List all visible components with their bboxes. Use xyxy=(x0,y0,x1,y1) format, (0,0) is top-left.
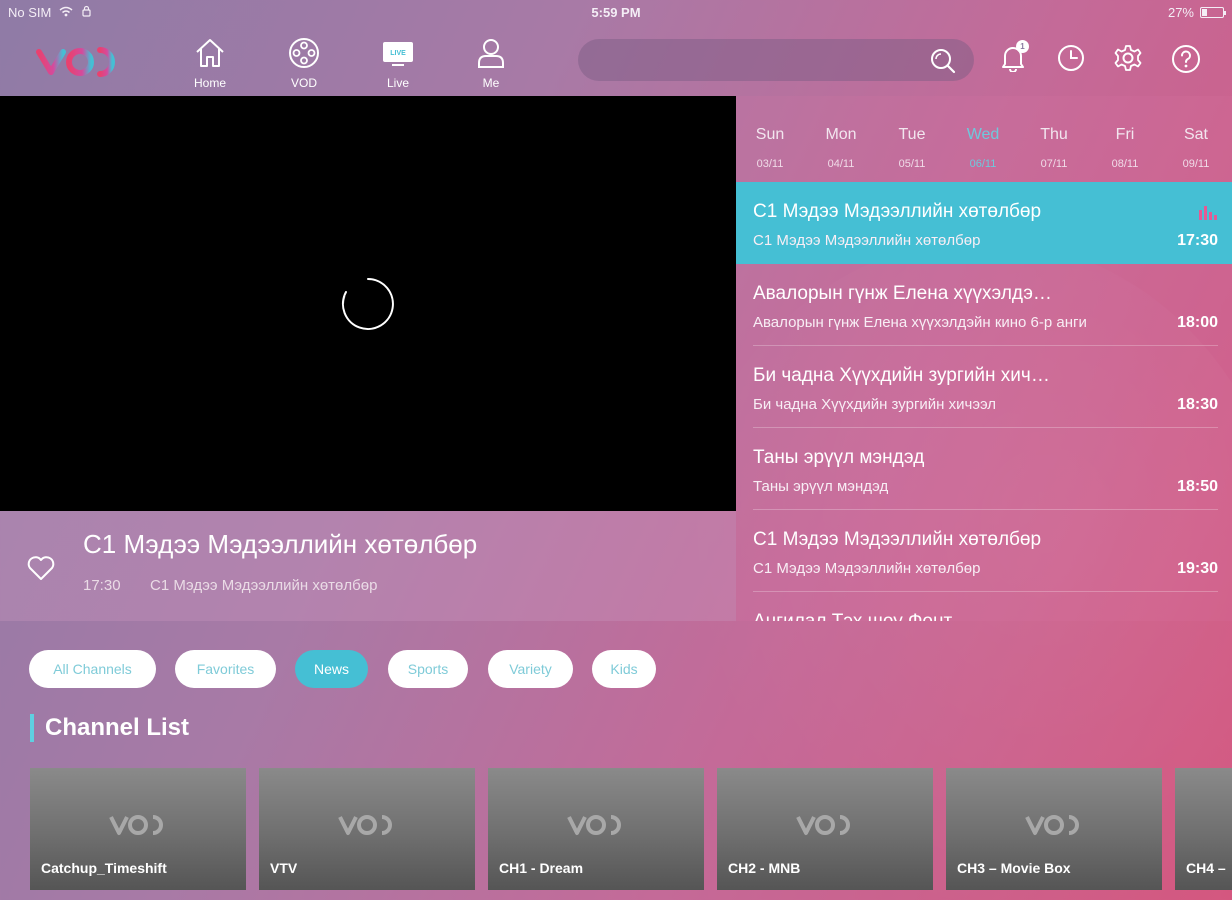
clock-icon xyxy=(1057,45,1085,76)
program-subtitle: C1 Мэдээ Мэдээллийн хөтөлбөр xyxy=(753,232,981,249)
nav-vod-label: VOD xyxy=(290,76,317,90)
channel-logo-icon xyxy=(259,812,475,843)
program-subtitle: Би чадна Хүүхдийн зургийн хичээл xyxy=(753,396,997,413)
day-sun[interactable]: Sun 03/11 xyxy=(740,126,800,170)
filter-kids[interactable]: Kids xyxy=(592,650,656,688)
channel-card[interactable]: CH2 - MNB xyxy=(717,768,933,890)
nav-me[interactable]: Me xyxy=(456,34,526,90)
day-wed[interactable]: Wed 06/11 xyxy=(953,126,1013,170)
program-title: Ангилал Тэх шоу Фонт xyxy=(753,611,1053,621)
program-subtitle: C1 Мэдээ Мэдээллийн хөтөлбөр xyxy=(753,560,981,577)
notification-count-badge: 1 xyxy=(1016,40,1029,53)
channel-card[interactable]: VTV xyxy=(259,768,475,890)
day-fri[interactable]: Fri 08/11 xyxy=(1095,126,1155,170)
clock: 5:59 PM xyxy=(591,5,641,20)
live-tv-icon: LIVE xyxy=(363,34,433,72)
help-button[interactable] xyxy=(1171,44,1201,79)
video-player[interactable] xyxy=(0,96,736,511)
loading-spinner-icon xyxy=(340,276,396,337)
program-time: 18:00 xyxy=(1177,314,1218,331)
program-time: 17:30 xyxy=(1177,232,1218,249)
search-icon[interactable] xyxy=(930,48,956,79)
nav-live[interactable]: LIVE Live xyxy=(363,34,433,90)
favorite-heart-icon[interactable] xyxy=(26,554,56,587)
epg-panel: Sun 03/11 Mon 04/11 Tue 05/11 Wed 06/11 Thu 0… xyxy=(736,96,1232,621)
channel-logo-icon xyxy=(30,812,246,843)
epg-program-item[interactable]: Авалорын гүнж Елена хүүхэлдэйн кино Авал… xyxy=(736,264,1232,346)
filter-favorites[interactable]: Favorites xyxy=(175,650,276,688)
now-playing-description: C1 Мэдээ Мэдээллийн хөтөлбөр xyxy=(150,577,378,594)
epg-program-item[interactable]: Таны эрүүл мэндэд Таны эрүүл мэндэд 18:5… xyxy=(736,428,1232,510)
user-icon xyxy=(456,34,526,72)
help-icon xyxy=(1171,45,1201,78)
day-sat[interactable]: Sat 09/11 xyxy=(1166,126,1226,170)
nav-live-label: Live xyxy=(386,76,409,90)
history-button[interactable] xyxy=(1057,44,1085,77)
program-time: 18:30 xyxy=(1177,396,1218,413)
channel-name: CH2 - MNB xyxy=(728,860,801,876)
channel-card[interactable]: CH3 – Movie Box xyxy=(946,768,1162,890)
program-subtitle: Таны эрүүл мэндэд xyxy=(753,478,889,495)
program-title: Би чадна Хүүхдийн зургийн хичээл xyxy=(753,365,1053,386)
day-mon[interactable]: Mon 04/11 xyxy=(811,126,871,170)
now-playing-title: C1 Мэдээ Мэдээллийн хөтөлбөр xyxy=(83,529,478,559)
status-bar: No SIM 5:59 PM 27% xyxy=(0,0,1232,26)
channel-card[interactable]: CH1 - Dream xyxy=(488,768,704,890)
bell-icon xyxy=(1000,47,1026,76)
nav-home[interactable]: Home xyxy=(175,34,245,90)
vod-logo[interactable] xyxy=(36,40,128,80)
top-nav: Home VOD LIVE Live Me 1 xyxy=(0,26,1232,96)
now-playing-panel: C1 Мэдээ Мэдээллийн хөтөлбөр 17:30 C1 Мэ… xyxy=(0,511,736,621)
day-thu[interactable]: Thu 07/11 xyxy=(1024,126,1084,170)
program-time: 19:30 xyxy=(1177,560,1218,577)
program-subtitle: Авалорын гүнж Елена хүүхэлдэйн кино 6-р … xyxy=(753,314,1087,331)
film-reel-icon xyxy=(269,34,339,72)
settings-button[interactable] xyxy=(1114,44,1142,77)
epg-program-item[interactable]: C1 Мэдээ Мэдээллийн хөтөлбөр C1 Мэдээ Мэ… xyxy=(736,182,1232,264)
channel-name: CH4 – xyxy=(1186,860,1226,876)
program-title: Таны эрүүл мэндэд xyxy=(753,447,925,468)
channel-name: VTV xyxy=(270,860,298,876)
channel-logo-icon xyxy=(488,812,704,843)
filter-sports[interactable]: Sports xyxy=(388,650,468,688)
notifications-button[interactable]: 1 xyxy=(1000,40,1029,77)
filter-all-channels[interactable]: All Channels xyxy=(29,650,156,688)
home-icon xyxy=(175,34,245,72)
epg-program-item[interactable]: Ангилал Тэх шоу Фонт xyxy=(736,592,1232,621)
channel-name: CH3 – Movie Box xyxy=(957,860,1071,876)
program-title: Авалорын гүнж Елена хүүхэлдэйн кино xyxy=(753,283,1053,304)
nav-home-label: Home xyxy=(193,76,226,90)
filter-variety[interactable]: Variety xyxy=(488,650,573,688)
battery-percent: 27% xyxy=(1167,5,1194,20)
live-badge-text: LIVE xyxy=(390,50,406,57)
channel-logo-icon xyxy=(717,812,933,843)
channel-logo-icon xyxy=(946,812,1162,843)
channel-name: Catchup_Timeshift xyxy=(41,860,167,876)
filter-news[interactable]: News xyxy=(295,650,368,688)
channel-card[interactable]: CH4 – xyxy=(1175,768,1232,890)
program-time: 18:50 xyxy=(1177,478,1218,495)
day-tue[interactable]: Tue 05/11 xyxy=(882,126,942,170)
day-selector: Sun 03/11 Mon 04/11 Tue 05/11 Wed 06/11 Thu 0… xyxy=(736,126,1232,182)
nav-me-label: Me xyxy=(482,76,500,90)
battery-icon xyxy=(1200,7,1226,18)
epg-program-item[interactable]: C1 Мэдээ Мэдээллийн хөтөлбөр C1 Мэдээ Мэ… xyxy=(736,510,1232,592)
now-playing-bars-icon xyxy=(1198,204,1218,225)
channel-card[interactable]: Catchup_Timeshift xyxy=(30,768,246,890)
channel-name: CH1 - Dream xyxy=(499,860,584,876)
program-title: C1 Мэдээ Мэдээллийн хөтөлбөр xyxy=(753,529,1042,550)
now-playing-time: 17:30 xyxy=(83,577,121,594)
epg-program-item[interactable]: Би чадна Хүүхдийн зургийн хичээл Би чадн… xyxy=(736,346,1232,428)
search-input[interactable] xyxy=(578,39,974,81)
gear-icon xyxy=(1114,45,1142,76)
nav-vod[interactable]: VOD xyxy=(269,34,339,90)
program-title: C1 Мэдээ Мэдээллийн хөтөлбөр xyxy=(753,201,1042,222)
channel-list-title: Channel List xyxy=(30,714,189,742)
